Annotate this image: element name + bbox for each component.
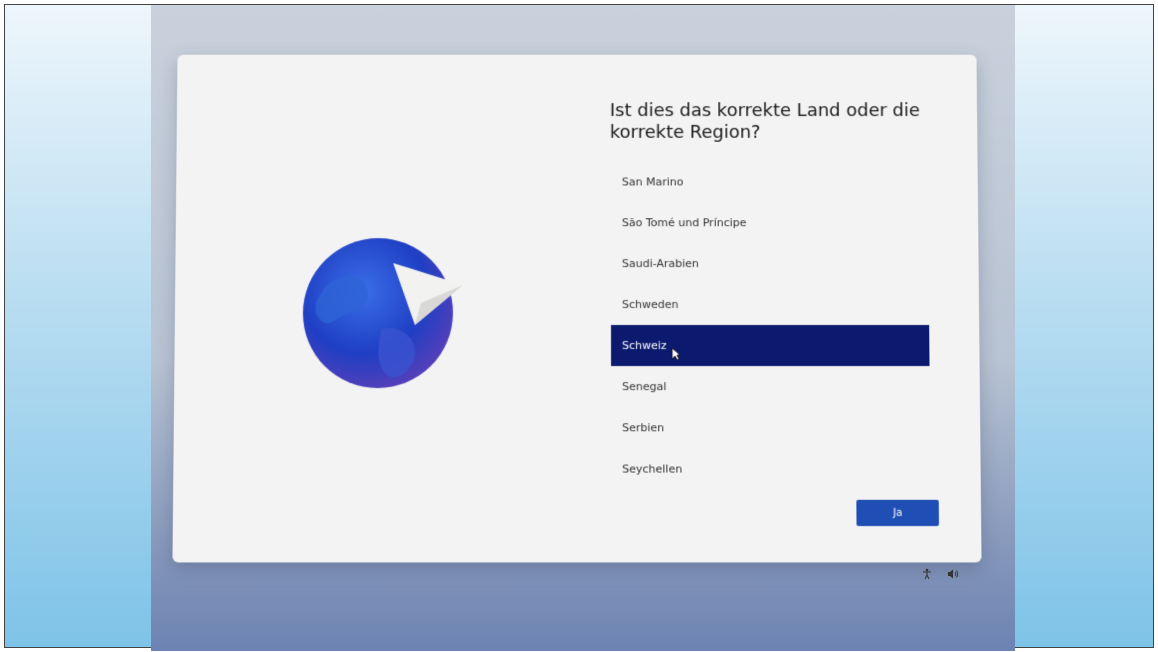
confirm-button[interactable]: Ja (856, 499, 939, 527)
accessibility-icon[interactable] (921, 568, 933, 580)
page-title: Ist dies das korrekte Land oder die korr… (609, 100, 921, 143)
region-item-serbien[interactable]: Serbien (611, 407, 930, 448)
monitor-photo: Ist dies das korrekte Land oder die korr… (151, 5, 1015, 651)
system-tray (921, 568, 959, 580)
region-item-seychellen[interactable]: Seychellen (611, 448, 930, 489)
region-item-schweden[interactable]: Schweden (611, 284, 929, 325)
globe-paper-plane-illustration (302, 233, 473, 393)
oobe-window: Ist dies das korrekte Land oder die korr… (172, 54, 982, 563)
region-item-sao-tome[interactable]: São Tomé und Príncipe (611, 202, 929, 243)
region-item-san-marino[interactable]: San Marino (611, 162, 928, 203)
region-item-saudi-arabien[interactable]: Saudi-Arabien (611, 243, 929, 284)
region-list[interactable]: San Marino São Tomé und Príncipe Saudi-A… (611, 162, 931, 490)
mouse-pointer-icon (671, 347, 681, 361)
region-item-senegal[interactable]: Senegal (611, 366, 930, 407)
volume-icon[interactable] (947, 568, 959, 580)
region-item-schweiz[interactable]: Schweiz (611, 324, 930, 367)
